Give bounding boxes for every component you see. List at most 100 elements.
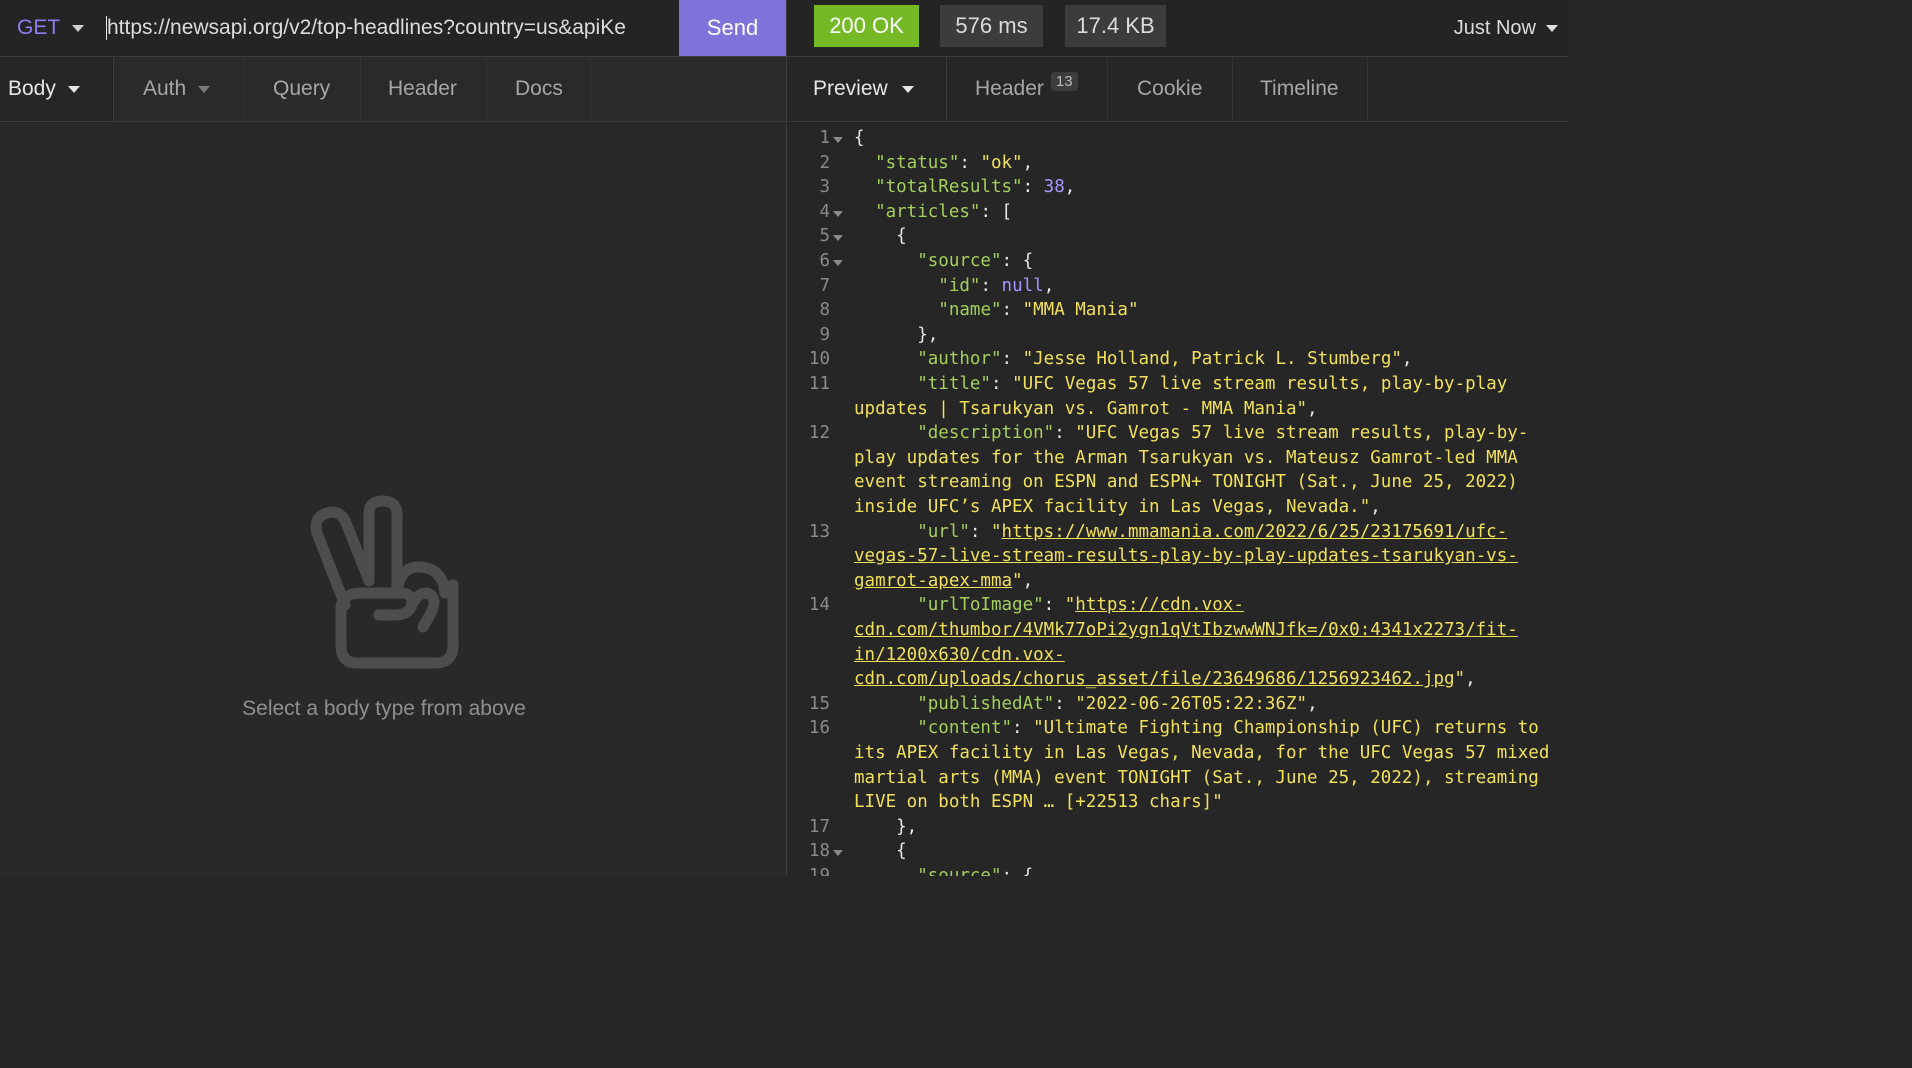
code-text: updates | Tsarukyan vs. Gamrot - MMA Man… [854, 399, 1568, 419]
json-token: : [1054, 423, 1076, 444]
fold-toggle-icon[interactable] [833, 850, 843, 857]
json-url-link[interactable]: in/1200x630/cdn.vox- [854, 645, 1065, 665]
fold-toggle-icon[interactable] [833, 137, 843, 143]
fold-toggle-icon[interactable] [833, 260, 843, 266]
json-token: "UFC Vegas 57 live stream results, play-… [1012, 374, 1508, 394]
json-token: , [1307, 398, 1318, 419]
code-text: event streaming on ESPN and ESPN+ TONIGH… [854, 472, 1568, 492]
json-token: event streaming on ESPN and ESPN+ TONIGH… [854, 472, 1518, 493]
json-url-link[interactable]: https://cdn.vox- [1075, 595, 1244, 615]
line-number: 13 [808, 521, 830, 542]
code-text: "source": { [854, 251, 1568, 271]
json-token: its APEX facility in Las Vegas, Nevada, … [854, 743, 1550, 763]
json-url-link[interactable]: gamrot-apex-mma [854, 571, 1012, 591]
json-token: { [854, 226, 907, 247]
chevron-down-icon [198, 85, 211, 93]
tab-cookie[interactable]: Cookie [1109, 57, 1233, 121]
history-dropdown[interactable]: Just Now [1454, 0, 1558, 56]
code-text: "author": "Jesse Holland, Patrick L. Stu… [854, 349, 1568, 369]
fold-toggle-icon[interactable] [833, 235, 843, 242]
json-token: : { [1001, 866, 1034, 876]
line-number: 8 [819, 300, 830, 321]
chevron-down-icon [67, 85, 80, 93]
json-token: "Jesse Holland, Patrick L. Stumberg" [1022, 349, 1402, 370]
json-token: "articles" [875, 201, 981, 222]
response-json-viewer[interactable]: 1 {2 "status": "ok", 3 "totalResults": 38,… [787, 122, 1568, 876]
code-text: "id": null, [854, 276, 1568, 296]
fold-toggle-icon[interactable] [833, 210, 843, 217]
json-token: "status" [875, 152, 960, 173]
response-tabs: Preview Header 13 Cookie Timeline [787, 57, 1568, 122]
url-input[interactable]: https://newsapi.org/v2/top-headlines?cou… [106, 0, 672, 56]
tab-docs-label: Docs [515, 77, 563, 100]
json-token: "UFC Vegas 57 live stream results, play-… [1075, 423, 1529, 444]
json-token: "author" [917, 349, 1002, 370]
json-token: "totalResults" [875, 177, 1023, 198]
tab-header-label: Header [388, 77, 457, 100]
tab-auth[interactable]: Auth [115, 57, 245, 121]
json-token: "publishedAt" [917, 693, 1055, 714]
tab-header[interactable]: Header [362, 57, 487, 121]
send-button[interactable]: Send [679, 0, 786, 56]
code-text: martial arts (MMA) event TONIGHT (Sat., … [854, 768, 1568, 788]
json-token: : [959, 152, 981, 173]
json-url-link[interactable]: cdn.com/thumbor/4VMk77oPi2ygn1qVtIbzwwWN… [854, 620, 1518, 640]
tab-auth-label: Auth [143, 77, 187, 100]
chevron-down-icon [901, 85, 914, 93]
tab-preview[interactable]: Preview [787, 57, 947, 121]
response-size-badge: 17.4 KB [1065, 5, 1166, 47]
line-number: 9 [819, 324, 830, 345]
json-token: , [1022, 570, 1034, 591]
json-token: " [1064, 595, 1076, 616]
header-count-badge: 13 [1050, 71, 1078, 91]
tab-response-header[interactable]: Header 13 [948, 57, 1108, 121]
line-number: 2 [819, 152, 830, 173]
json-token: : [990, 374, 1013, 394]
json-token: , [1307, 693, 1318, 714]
code-text: "publishedAt": "2022-06-26T05:22:36Z", [854, 694, 1568, 714]
json-token: martial arts (MMA) event TONIGHT (Sat., … [854, 767, 1539, 788]
code-text: gamrot-apex-mma", [854, 571, 1568, 591]
json-token: : { [1001, 251, 1034, 271]
code-text: cdn.com/thumbor/4VMk77oPi2ygn1qVtIbzwwWN… [854, 620, 1568, 640]
json-token: "Ultimate Fighting Championship (UFC) re… [1033, 718, 1539, 739]
json-token: updates | Tsarukyan vs. Gamrot - MMA Man… [854, 398, 1308, 419]
json-token: : [969, 521, 991, 542]
response-pane: 200 OK 576 ms 17.4 KB Just Now Preview H… [787, 0, 1568, 876]
status-badge: 200 OK [814, 5, 919, 47]
json-token: : [1043, 595, 1065, 616]
json-token: " [1454, 669, 1466, 690]
tab-cookie-label: Cookie [1137, 77, 1203, 100]
tab-query[interactable]: Query [246, 57, 361, 121]
json-url-link[interactable]: cdn.com/uploads/chorus_asset/file/236496… [854, 669, 1455, 689]
json-token: LIVE on both ESPN … [+22513 chars]" [854, 792, 1223, 813]
line-number: 10 [808, 349, 830, 370]
json-token: { [854, 128, 865, 148]
json-token: "id" [938, 275, 981, 296]
tab-timeline[interactable]: Timeline [1234, 57, 1368, 121]
tab-docs[interactable]: Docs [488, 57, 591, 121]
code-text: in/1200x630/cdn.vox- [854, 645, 1568, 665]
json-token: " [1012, 570, 1023, 591]
json-token: : [1001, 349, 1023, 370]
json-url-link[interactable]: https://www.mmamania.com/2022/6/25/23175… [1002, 522, 1508, 542]
peace-hand-icon [310, 495, 459, 669]
json-token: : [1001, 300, 1023, 321]
json-token: play updates for the Arman Tsarukyan vs.… [854, 447, 1518, 468]
code-text: "totalResults": 38, [854, 177, 1568, 197]
url-text: https://newsapi.org/v2/top-headlines?cou… [107, 16, 626, 39]
method-dropdown[interactable]: GET [17, 0, 85, 56]
json-url-link[interactable]: vegas-57-live-stream-results-play-by-pla… [854, 546, 1518, 566]
json-token: , [1465, 669, 1476, 690]
line-number: 14 [808, 595, 830, 616]
tab-body[interactable]: Body [0, 57, 114, 121]
line-number: 1 [819, 128, 830, 148]
json-token: : [1054, 693, 1076, 714]
